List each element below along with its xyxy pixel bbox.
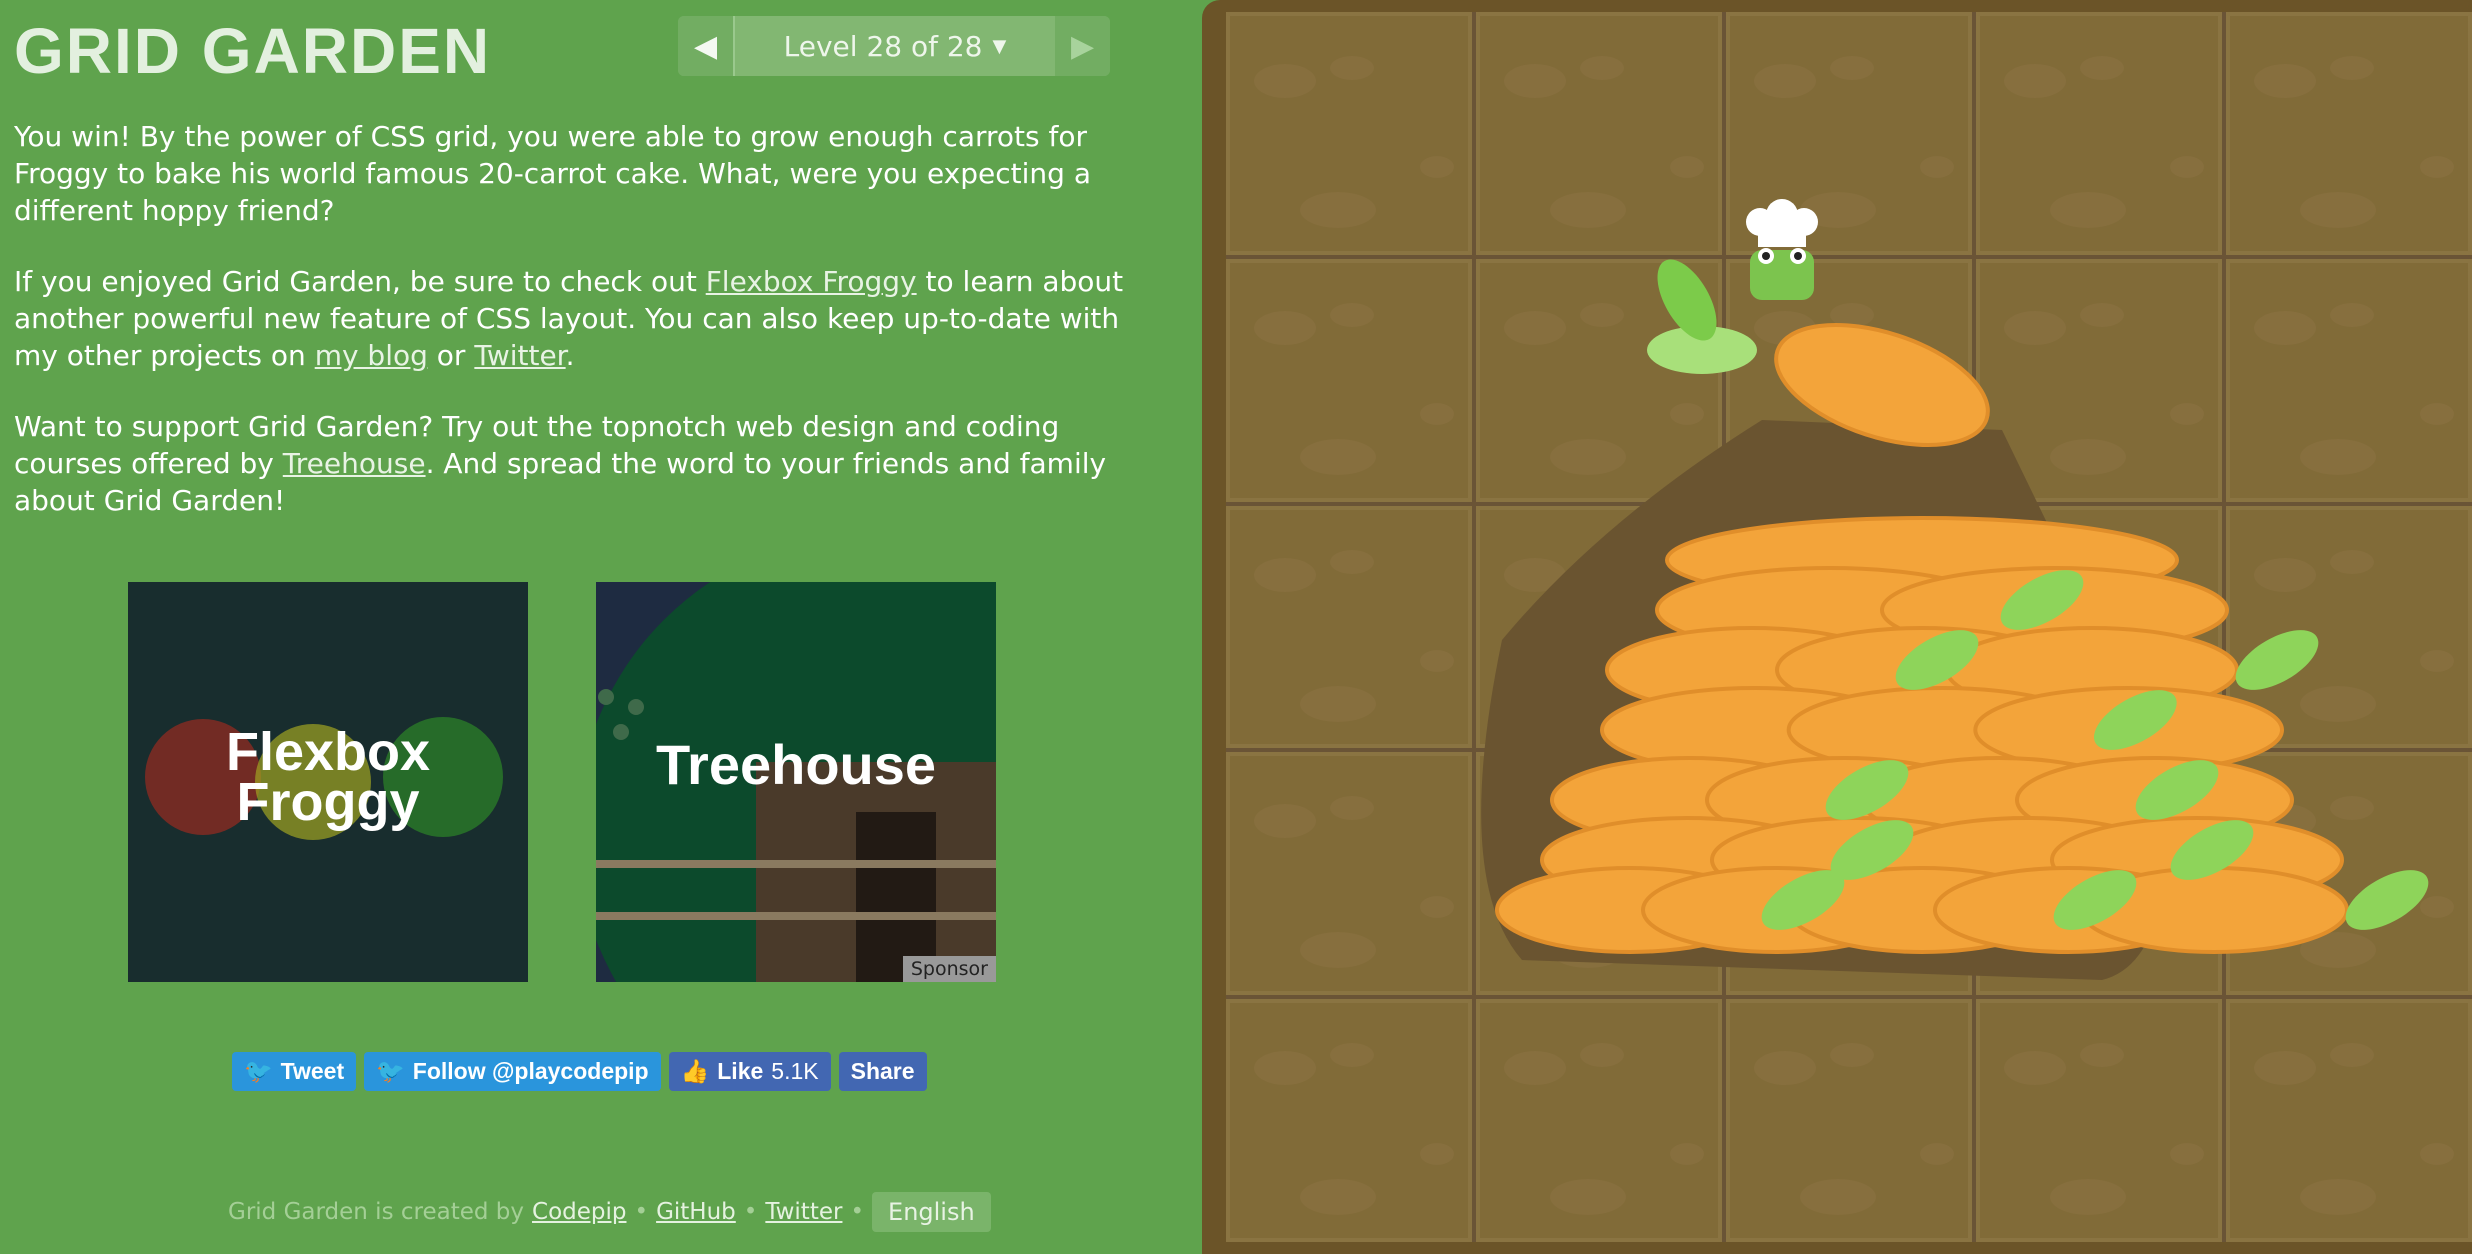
- follow-label: Follow @playcodepip: [412, 1058, 649, 1084]
- frog-pupil: [1794, 252, 1802, 260]
- footer: Grid Garden is created by Codepip • GitH…: [228, 1192, 991, 1232]
- level-dropdown[interactable]: Level 28 of 28 ▼: [733, 16, 1055, 76]
- frog-pupil: [1762, 252, 1770, 260]
- next-level-button[interactable]: ▶: [1055, 16, 1110, 76]
- caret-down-icon: ▼: [992, 35, 1007, 57]
- chef-hat-puff: [1790, 208, 1818, 236]
- promo-title: Treehouse: [655, 733, 937, 796]
- treehouse-link[interactable]: Treehouse: [283, 447, 426, 480]
- carrot-leaf: [2345, 870, 2429, 930]
- blog-link[interactable]: my blog: [315, 339, 428, 372]
- text: If you enjoyed Grid Garden, be sure to c…: [14, 265, 706, 298]
- share-label: Share: [850, 1058, 915, 1084]
- separator: •: [743, 1199, 758, 1225]
- treehouse-promo[interactable]: Treehouse Sponsor: [596, 582, 996, 982]
- share-button[interactable]: Share: [838, 1052, 927, 1091]
- sponsor-badge: Sponsor: [902, 956, 996, 982]
- twitter-link[interactable]: Twitter: [474, 339, 565, 372]
- social-buttons: 🐦 Tweet 🐦 Follow @playcodepip 👍 Like 5.1K Sh…: [232, 1052, 927, 1091]
- follow-button[interactable]: 🐦 Follow @playcodepip: [364, 1052, 661, 1091]
- page-title: GRID GARDEN: [14, 15, 492, 87]
- level-navigator: ◀ Level 28 of 28 ▼ ▶: [678, 16, 1110, 76]
- win-message: You win! By the power of CSS grid, you w…: [14, 120, 1091, 227]
- twitter-bird-icon: 🐦: [244, 1058, 273, 1084]
- tweet-button[interactable]: 🐦 Tweet: [232, 1052, 357, 1091]
- garden-board: [1202, 0, 2472, 1254]
- credit-text: Grid Garden is created by: [228, 1199, 525, 1225]
- triangle-right-icon: ▶: [1070, 28, 1095, 64]
- support-paragraph: Want to support Grid Garden? Try out the…: [14, 408, 1124, 519]
- like-label: Like: [717, 1058, 764, 1084]
- instructions-panel: GRID GARDEN ◀ Level 28 of 28 ▼ ▶ You win!…: [0, 0, 1202, 1254]
- promo-paragraph: If you enjoyed Grid Garden, be sure to c…: [14, 263, 1124, 374]
- like-count: 5.1K: [771, 1058, 819, 1084]
- carrot-leaf: [2235, 630, 2319, 690]
- level-label: Level 28 of 28: [783, 29, 983, 63]
- codepip-link[interactable]: Codepip: [532, 1199, 626, 1225]
- like-button[interactable]: 👍 Like 5.1K: [668, 1052, 831, 1091]
- github-link[interactable]: GitHub: [656, 1199, 736, 1225]
- prev-level-button[interactable]: ◀: [678, 16, 733, 76]
- text: or: [427, 339, 475, 372]
- tweet-label: Tweet: [280, 1058, 345, 1084]
- text: .: [565, 339, 575, 372]
- thumbs-up-icon: 👍: [680, 1058, 710, 1084]
- separator: •: [634, 1199, 649, 1225]
- flexbox-froggy-promo[interactable]: Flexbox Froggy: [128, 582, 528, 982]
- language-selector[interactable]: English: [872, 1192, 991, 1232]
- promo-title-line1: Flexbox: [225, 722, 431, 782]
- footer-twitter-link[interactable]: Twitter: [765, 1199, 842, 1225]
- twitter-bird-icon: 🐦: [376, 1058, 405, 1084]
- triangle-left-icon: ◀: [693, 28, 718, 64]
- separator: •: [850, 1199, 865, 1225]
- promo-title-line2: Froggy: [236, 772, 420, 832]
- carrot-pile-illustration: [1481, 199, 2429, 980]
- flexbox-froggy-link[interactable]: Flexbox Froggy: [706, 265, 917, 298]
